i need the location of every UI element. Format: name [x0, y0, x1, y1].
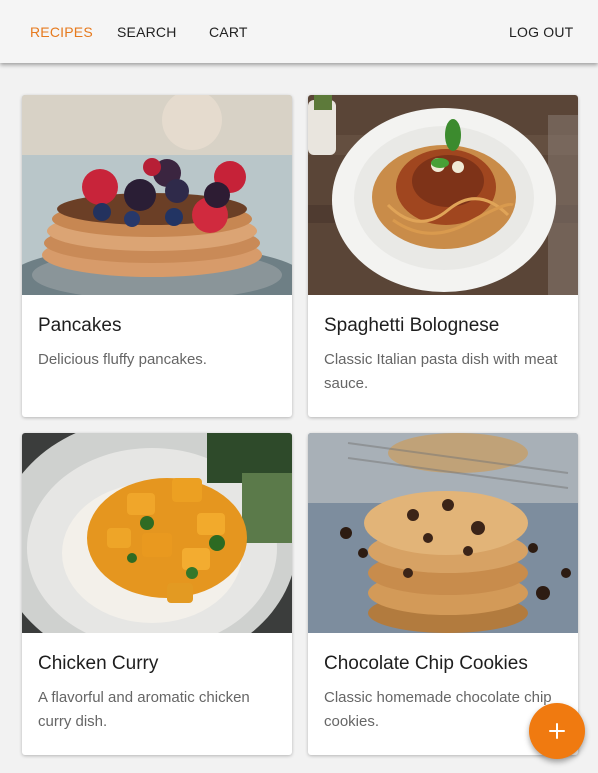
recipe-description: A flavorful and aromatic chicken curry d…	[38, 689, 250, 730]
chicken-curry-image	[22, 433, 292, 633]
chocolate-chip-cookies-image	[308, 433, 578, 633]
plus-icon	[549, 723, 565, 739]
recipe-card-pancakes[interactable]: Pancakes Delicious fluffy pancakes.	[22, 95, 292, 417]
nav-search[interactable]: SEARCH	[117, 24, 177, 40]
recipe-title: Chocolate Chip Cookies	[324, 653, 528, 674]
logout-button[interactable]: LOG OUT	[509, 24, 573, 40]
top-navbar: RECIPES SEARCH CART LOG OUT	[0, 0, 598, 63]
add-recipe-button[interactable]	[529, 703, 585, 759]
recipe-description: Classic Italian pasta dish with meat sau…	[324, 351, 558, 392]
recipe-description: Classic homemade chocolate chip cookies.	[324, 689, 552, 730]
recipe-title: Spaghetti Bolognese	[324, 315, 500, 336]
nav-cart[interactable]: CART	[209, 24, 248, 40]
spaghetti-bolognese-image	[308, 95, 578, 295]
recipe-description: Delicious fluffy pancakes.	[38, 351, 207, 368]
pancakes-image	[22, 95, 292, 295]
recipe-card-spaghetti-bolognese[interactable]: Spaghetti Bolognese Classic Italian past…	[308, 95, 578, 417]
recipe-title: Chicken Curry	[38, 653, 159, 674]
nav-recipes[interactable]: RECIPES	[30, 24, 93, 40]
recipe-card-chocolate-chip-cookies[interactable]: Chocolate Chip Cookies Classic homemade …	[308, 433, 578, 755]
recipe-card-chicken-curry[interactable]: Chicken Curry A flavorful and aromatic c…	[22, 433, 292, 755]
recipe-title: Pancakes	[38, 315, 122, 336]
